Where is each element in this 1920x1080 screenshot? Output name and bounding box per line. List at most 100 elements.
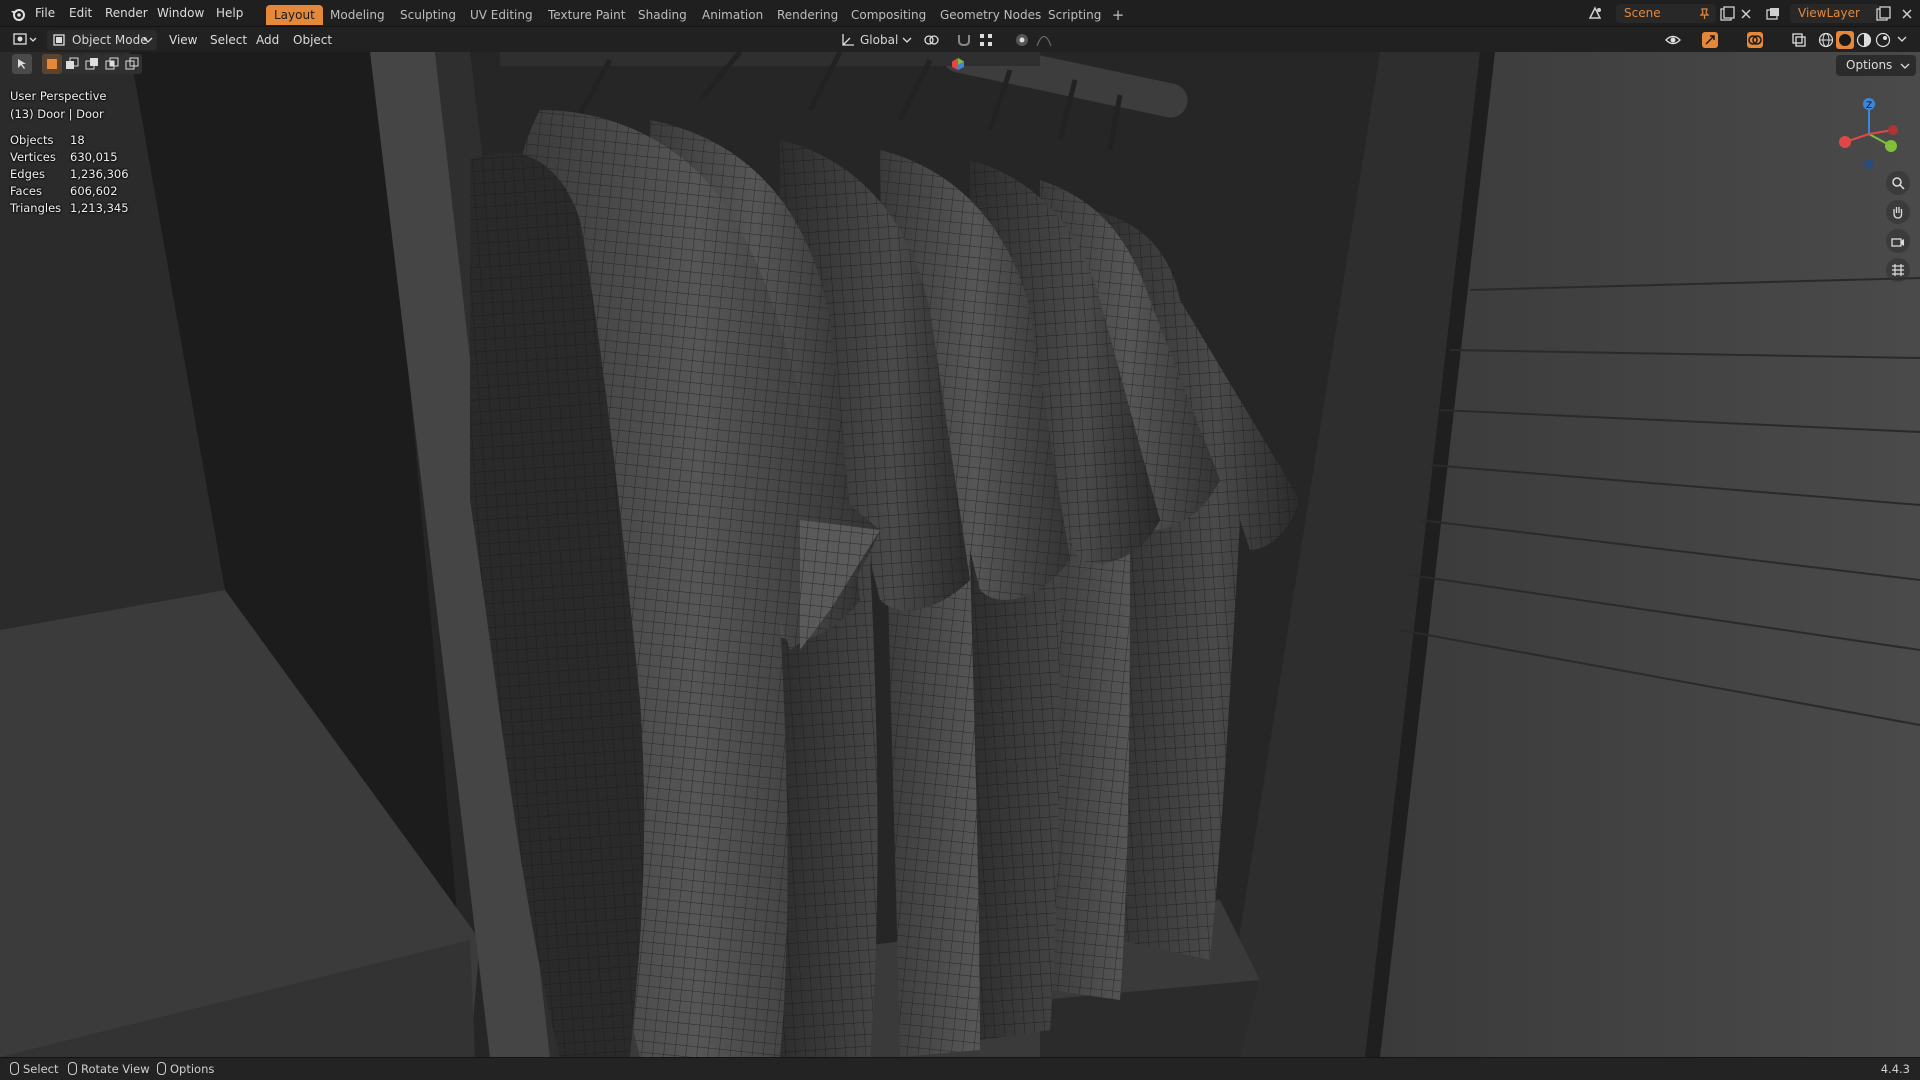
scene-selector[interactable]: Scene [1616,4,1716,23]
select-intersect-button[interactable] [122,54,142,74]
active-object-info: (13) Door | Door [10,107,104,121]
visibility-icon[interactable] [1664,31,1682,49]
shading-options-chevron-icon[interactable] [1896,33,1908,45]
tab-animation[interactable]: Animation [694,5,771,25]
perspective-toggle-button[interactable] [1886,258,1910,282]
viewport-render [0,52,1920,1057]
mode-selector[interactable]: Object Mode [47,30,157,50]
tab-layout[interactable]: Layout [266,5,323,25]
rendered-shading-icon[interactable] [1874,31,1892,49]
stat-value: 1,236,306 [70,167,129,181]
viewport-info-overlay: User Perspective (13) Door | Door [10,87,106,123]
tab-compositing[interactable]: Compositing [843,5,934,25]
tab-texture-paint[interactable]: Texture Paint [540,5,633,25]
select-invert-icon [105,57,119,70]
falloff-icon[interactable] [1035,31,1053,49]
navigation-gizmo[interactable]: Z [1833,90,1903,170]
view-layer-icon[interactable] [1764,5,1782,23]
gizmo-toggle-icon[interactable] [1701,31,1719,49]
menu-render[interactable]: Render [105,5,148,22]
select-new-button[interactable] [42,54,62,74]
pan-button[interactable] [1886,200,1910,224]
left-mouse-icon [10,1062,19,1075]
status-bar: Select Rotate View Options 4.4.3 [0,1057,1920,1080]
status-select-label: Select [23,1062,59,1076]
tab-sculpting[interactable]: Sculpting [392,5,464,25]
select-extend-button[interactable] [62,54,82,74]
status-rotate-hint: Rotate View [68,1061,150,1078]
menu-edit[interactable]: Edit [69,5,92,22]
tab-scripting[interactable]: Scripting [1040,5,1109,25]
camera-icon [1891,238,1904,247]
select-subtract-button[interactable] [82,54,102,74]
menu-window[interactable]: Window [157,5,204,22]
stat-label: Triangles [10,201,62,215]
tab-rendering[interactable]: Rendering [769,5,846,25]
add-workspace-button[interactable]: + [1109,5,1127,25]
tab-shading[interactable]: Shading [630,5,695,25]
orientation-icon [842,34,854,46]
right-mouse-icon [157,1062,166,1075]
snap-icon[interactable] [955,31,973,49]
scene-statistics: Objects 18 Vertices 630,015 Edges 1,236,306… [10,132,129,217]
top-bar: File Edit Render Window Help Layout Mode… [0,0,1920,27]
select-new-icon [47,59,57,69]
editor-type-icon[interactable] [12,31,38,49]
select-extend-icon [66,57,79,69]
scene-icon[interactable] [1586,4,1604,22]
stat-value: 18 [70,133,85,147]
view-layer-selector[interactable]: ViewLayer [1790,4,1880,23]
material-preview-icon[interactable] [1855,31,1873,49]
viewport-header: Object Mode View Select Add Object Globa… [0,27,1920,52]
overlays-toggle-icon[interactable] [1746,31,1764,49]
view-name: User Perspective [10,89,107,103]
select-tool-button[interactable] [12,54,32,74]
proportional-editing-icon[interactable] [1013,31,1031,49]
hand-icon [1893,207,1903,219]
status-options-hint: Options [157,1061,214,1078]
select-invert-button[interactable] [102,54,122,74]
menu-view[interactable]: View [169,30,197,50]
zoom-button[interactable] [1886,171,1910,195]
options-label: Options [1846,58,1893,72]
pivot-point-icon[interactable] [922,31,940,49]
tab-geometry-nodes[interactable]: Geometry Nodes [932,5,1049,25]
options-dropdown[interactable]: Options [1836,55,1916,76]
menu-object[interactable]: Object [293,30,332,50]
status-options-label: Options [170,1062,215,1076]
menu-add[interactable]: Add [256,30,279,50]
grid-icon [1892,264,1904,276]
stat-value: 1,213,345 [70,201,129,215]
remove-view-layer-icon[interactable] [1898,5,1916,23]
view-layer-name: ViewLayer [1798,6,1860,20]
pin-icon[interactable] [1698,7,1711,20]
wireframe-shading-icon[interactable] [1817,31,1835,49]
tab-modeling[interactable]: Modeling [322,5,393,25]
menu-help[interactable]: Help [216,5,243,22]
chevron-down-icon [143,37,153,43]
xray-toggle-icon[interactable] [1790,31,1808,49]
orientation-label: Global [860,33,899,47]
new-view-layer-icon[interactable] [1874,5,1892,23]
menu-file[interactable]: File [35,5,55,22]
tab-uv-editing[interactable]: UV Editing [462,5,541,25]
scene-name: Scene [1624,6,1661,20]
select-intersect-icon [125,57,139,70]
stat-row-objects: Objects 18 [10,132,129,149]
stat-row-vertices: Vertices 630,015 [10,149,129,166]
new-scene-icon[interactable] [1718,5,1736,23]
snap-target-icon[interactable] [977,31,995,49]
delete-scene-icon[interactable] [1737,5,1755,23]
stat-label: Vertices [10,150,56,164]
status-rotate-label: Rotate View [81,1062,150,1076]
transform-orientation-selector[interactable]: Global [836,30,914,50]
select-subtract-icon [85,58,98,70]
stat-label: Edges [10,167,45,181]
chevron-down-icon [902,37,912,43]
solid-shading-icon[interactable] [1836,31,1854,49]
camera-view-button[interactable] [1886,229,1910,253]
blender-logo-icon[interactable] [9,5,26,22]
3d-viewport[interactable]: Z [0,52,1920,1057]
stat-row-triangles: Triangles 1,213,345 [10,200,129,217]
menu-select[interactable]: Select [210,30,247,50]
